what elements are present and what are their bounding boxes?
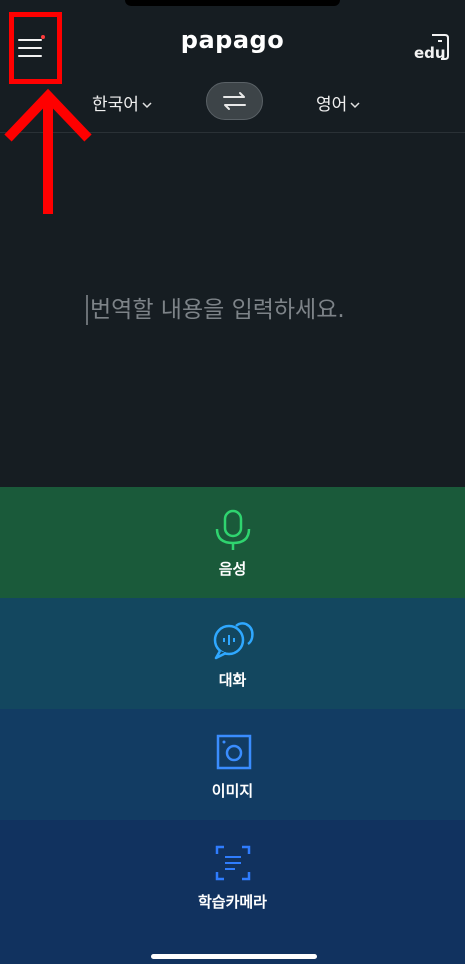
image-translate-button[interactable]: 이미지: [0, 709, 465, 820]
conversation-icon: [213, 622, 254, 660]
annotation-highlight-box: [9, 12, 62, 84]
microphone-icon: [215, 509, 251, 550]
target-language-label: 영어: [316, 95, 348, 115]
image-icon: [216, 734, 252, 770]
input-placeholder: 번역할 내용을 입력하세요.: [86, 295, 345, 325]
voice-label: 음성: [218, 560, 247, 578]
conversation-button[interactable]: 대화: [0, 598, 465, 709]
chevron-down-icon: [142, 102, 152, 109]
chevron-down-icon: [350, 102, 360, 109]
home-indicator: [151, 954, 317, 959]
conversation-label: 대화: [218, 671, 247, 689]
study-camera-label: 학습카메라: [197, 893, 267, 911]
app-header: papago edu: [0, 0, 465, 80]
swap-languages-button[interactable]: [206, 82, 263, 120]
image-label: 이미지: [211, 782, 254, 800]
swap-arrows-icon: [223, 92, 246, 110]
papago-screen: papago edu 한국어 영어 번역할 내용을 입력하세요. 음성 대화 이…: [0, 0, 465, 964]
app-logo: papago: [180, 26, 285, 54]
target-language-selector[interactable]: 영어: [316, 90, 360, 115]
edu-icon: edu: [414, 34, 449, 62]
source-language-selector[interactable]: 한국어: [92, 90, 152, 115]
edu-label: edu: [414, 44, 446, 62]
annotation-arrow-icon: [4, 88, 92, 214]
voice-translate-button[interactable]: 음성: [0, 487, 465, 598]
study-camera-button[interactable]: 학습카메라: [0, 820, 465, 964]
edu-button[interactable]: edu: [412, 30, 454, 62]
study-camera-icon: [215, 845, 251, 881]
